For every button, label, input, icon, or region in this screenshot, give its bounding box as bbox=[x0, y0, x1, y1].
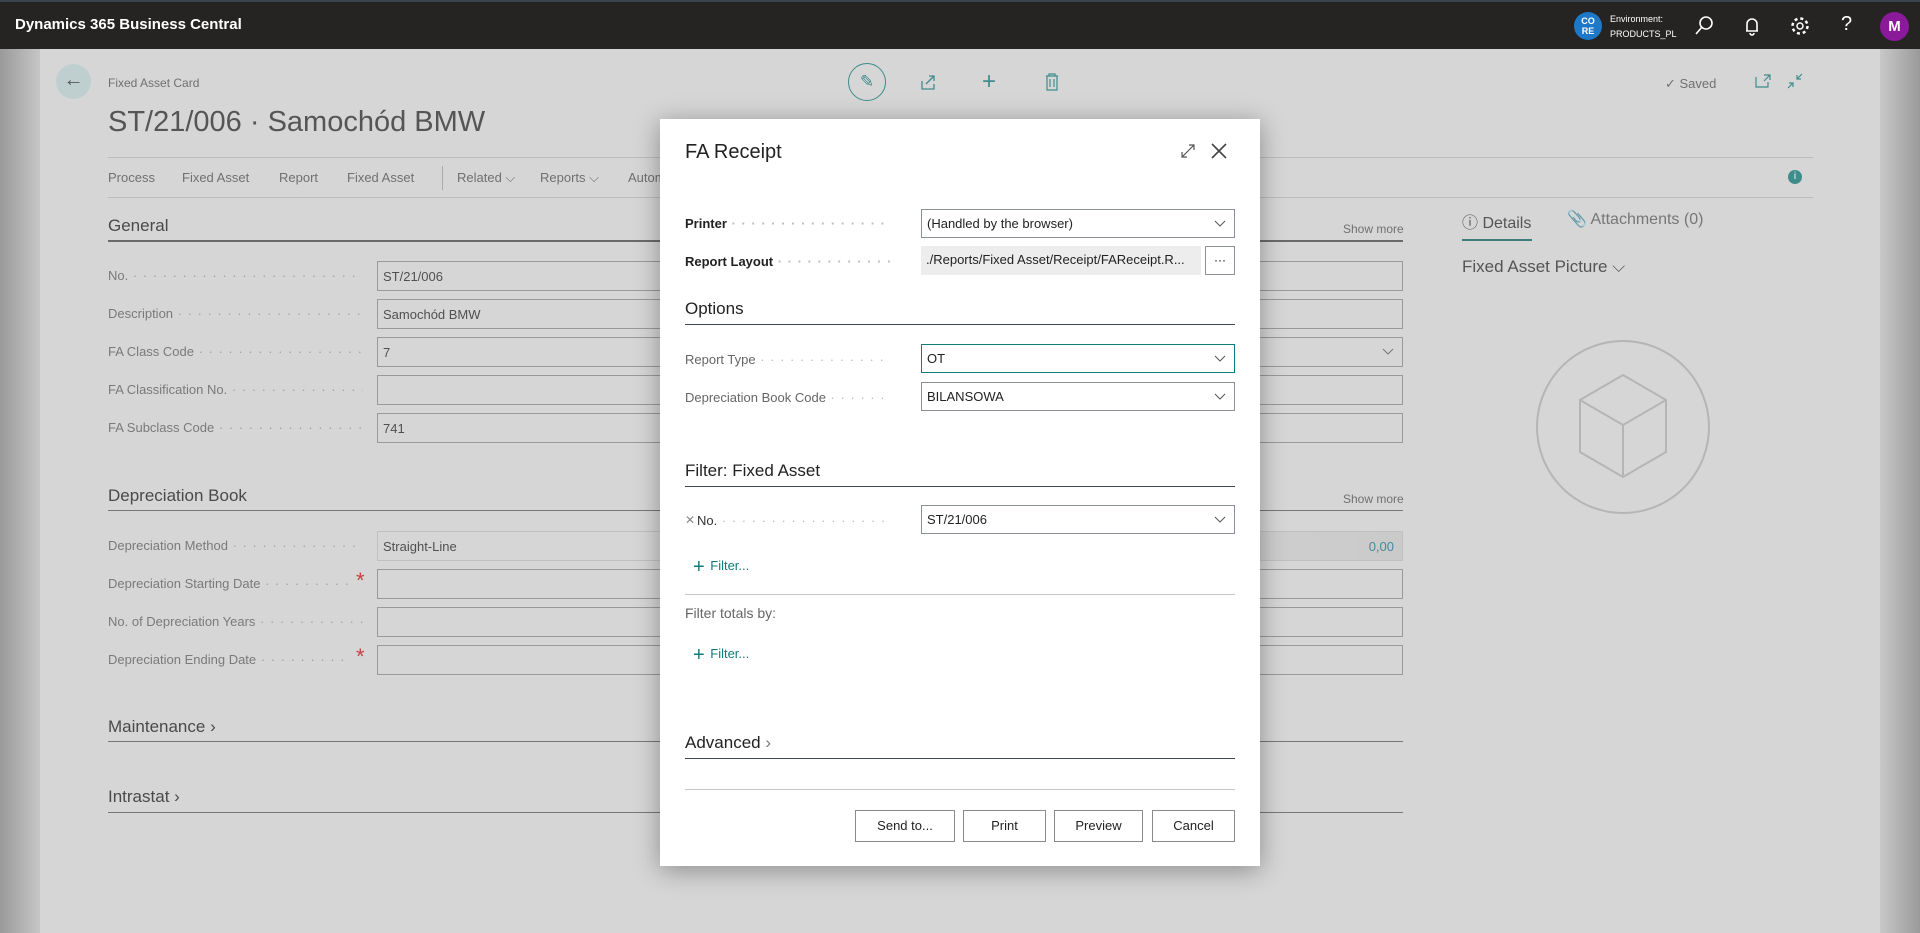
chevron-right-icon: › bbox=[765, 733, 772, 752]
saved-label: Saved bbox=[1679, 76, 1717, 91]
plus-icon: + bbox=[693, 644, 711, 666]
action-report[interactable]: Report bbox=[279, 170, 318, 185]
filter-fixed-asset-heading: Filter: Fixed Asset bbox=[685, 461, 821, 480]
add-filter-totals-button[interactable]: + Filter... bbox=[693, 644, 749, 667]
action-fixed-asset-2[interactable]: Fixed Asset bbox=[347, 170, 414, 185]
required-icon: * bbox=[356, 568, 365, 593]
field-label: Description bbox=[108, 306, 363, 321]
print-button[interactable]: Print bbox=[963, 810, 1046, 842]
section-general[interactable]: General bbox=[108, 216, 168, 236]
tab-details[interactable]: ⓘ Details bbox=[1462, 209, 1531, 233]
action-fixed-asset[interactable]: Fixed Asset bbox=[182, 170, 249, 185]
cancel-button[interactable]: Cancel bbox=[1152, 810, 1235, 842]
report-type-select[interactable]: OT bbox=[921, 344, 1235, 373]
field-label: No. of Depreciation Years bbox=[108, 614, 363, 629]
bell-icon[interactable] bbox=[1740, 14, 1764, 38]
field-label: FA Class Code bbox=[108, 344, 363, 359]
field-label: Depreciation Method bbox=[108, 538, 363, 553]
filter-totals-label: Filter totals by: bbox=[685, 605, 777, 621]
search-icon[interactable] bbox=[1692, 14, 1716, 38]
field-label: Depreciation Starting Date bbox=[108, 576, 348, 591]
chevron-down-icon bbox=[1214, 516, 1226, 523]
background-shade bbox=[1880, 49, 1920, 933]
section-maintenance[interactable]: Maintenance › bbox=[108, 717, 216, 737]
environment-badge[interactable]: CO RE bbox=[1574, 12, 1602, 40]
fixed-asset-picture-heading[interactable]: Fixed Asset Picture ⌵ bbox=[1462, 257, 1625, 277]
close-icon[interactable] bbox=[1210, 142, 1228, 160]
check-icon: ✓ bbox=[1665, 76, 1680, 91]
environment-label: Environment: bbox=[1610, 14, 1664, 24]
action-process[interactable]: Process bbox=[108, 170, 155, 185]
collapse-icon[interactable] bbox=[1787, 73, 1803, 89]
field-label: FA Classification No. bbox=[108, 382, 363, 397]
environment-name: PRODUCTS_PL bbox=[1610, 29, 1677, 39]
preview-button[interactable]: Preview bbox=[1054, 810, 1143, 842]
paperclip-icon: 📎 bbox=[1567, 211, 1591, 228]
printer-select[interactable]: (Handled by the browser) bbox=[921, 209, 1235, 238]
cube-placeholder-icon bbox=[1536, 340, 1710, 514]
show-more-depreciation[interactable]: Show more bbox=[1343, 492, 1404, 506]
add-filter-button[interactable]: + Filter... bbox=[693, 556, 749, 579]
chevron-down-icon bbox=[1214, 220, 1226, 227]
plus-icon: + bbox=[693, 556, 711, 578]
report-layout-label: Report Layout bbox=[685, 254, 890, 269]
chevron-down-icon bbox=[1382, 348, 1394, 355]
expand-icon[interactable] bbox=[1180, 143, 1196, 159]
printer-label: Printer bbox=[685, 216, 890, 231]
top-bar: Dynamics 365 Business Central CO RE Envi… bbox=[0, 0, 1920, 49]
show-more-general[interactable]: Show more bbox=[1343, 222, 1404, 236]
back-button[interactable]: ← bbox=[56, 64, 91, 99]
divider bbox=[685, 594, 1235, 595]
page-title: ST/21/006 · Samochód BMW bbox=[108, 106, 486, 138]
background-shade bbox=[0, 49, 40, 933]
send-to-button[interactable]: Send to... bbox=[855, 810, 955, 842]
report-type-label: Report Type bbox=[685, 352, 890, 367]
delete-icon[interactable] bbox=[1044, 73, 1060, 91]
divider bbox=[685, 789, 1235, 790]
chevron-down-icon bbox=[1214, 355, 1226, 362]
chevron-down-icon bbox=[1214, 393, 1226, 400]
divider bbox=[685, 758, 1235, 759]
help-icon[interactable]: ? bbox=[1841, 13, 1852, 36]
field-label: No. bbox=[108, 268, 363, 283]
section-depreciation-book[interactable]: Depreciation Book bbox=[108, 486, 247, 506]
report-layout-lookup-button[interactable]: ··· bbox=[1205, 246, 1235, 275]
avatar[interactable]: M bbox=[1880, 12, 1909, 41]
advanced-section[interactable]: Advanced › bbox=[685, 733, 771, 753]
options-heading: Options bbox=[685, 299, 744, 318]
book-value: 0,00 bbox=[1368, 539, 1394, 554]
action-related[interactable]: Related ⌵ bbox=[457, 170, 515, 186]
saved-status: ✓ Saved bbox=[1665, 76, 1716, 92]
info-icon: ⓘ bbox=[1462, 215, 1483, 232]
dialog-title: FA Receipt bbox=[685, 141, 782, 163]
depreciation-book-code-select[interactable]: BILANSOWA bbox=[921, 382, 1235, 411]
divider bbox=[685, 324, 1235, 325]
required-icon: * bbox=[356, 644, 365, 669]
filter-no-label: No. bbox=[697, 513, 890, 528]
divider bbox=[685, 486, 1235, 487]
gear-icon[interactable] bbox=[1788, 14, 1812, 38]
tab-underline bbox=[1462, 239, 1532, 241]
tab-attachments[interactable]: 📎 Attachments (0) bbox=[1567, 209, 1703, 229]
depreciation-book-code-label: Depreciation Book Code bbox=[685, 390, 890, 405]
report-layout-field[interactable]: ./Reports/Fixed Asset/Receipt/FAReceipt.… bbox=[921, 246, 1201, 275]
action-reports[interactable]: Reports ⌵ bbox=[540, 170, 599, 186]
app-title[interactable]: Dynamics 365 Business Central bbox=[15, 16, 242, 33]
open-in-new-window-icon[interactable] bbox=[1755, 74, 1771, 88]
new-button[interactable]: + bbox=[982, 68, 996, 96]
share-icon[interactable] bbox=[919, 73, 937, 91]
field-label: Depreciation Ending Date bbox=[108, 652, 348, 667]
breadcrumb: Fixed Asset Card bbox=[108, 76, 200, 90]
filter-no-select[interactable]: ST/21/006 bbox=[921, 505, 1235, 534]
info-icon[interactable]: i bbox=[1788, 170, 1802, 184]
section-intrastat[interactable]: Intrastat › bbox=[108, 787, 180, 807]
separator bbox=[442, 166, 443, 190]
fa-receipt-dialog: FA Receipt Printer (Handled by the brows… bbox=[660, 119, 1260, 866]
field-label: FA Subclass Code bbox=[108, 420, 363, 435]
remove-filter-icon[interactable]: ✕ bbox=[685, 513, 695, 527]
edit-button[interactable]: ✎ bbox=[848, 63, 886, 101]
